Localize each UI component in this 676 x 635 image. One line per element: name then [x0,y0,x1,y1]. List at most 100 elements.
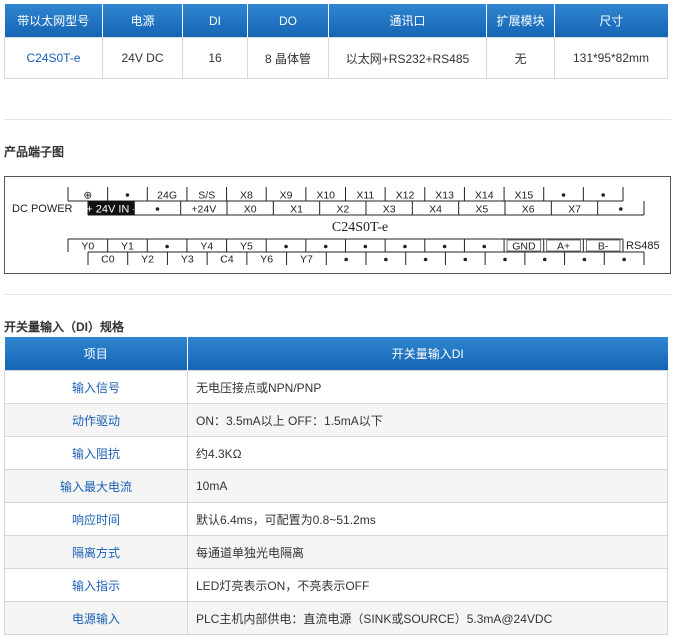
terminal-cell [582,187,605,201]
terminal-cell: A+ [543,239,581,253]
terminal-cell: C4 [206,252,234,266]
terminal-cell: X8 [226,187,253,202]
divider [4,119,671,120]
unused-terminal-dot [323,244,328,249]
spec-header-comm: 通讯口 [328,4,487,38]
di-section-title: 开关量输入（DI）规格 [4,320,125,334]
unused-terminal-dot [423,257,428,262]
unused-terminal-dot [582,257,587,262]
terminal-label: X4 [429,204,442,216]
terminal-cell: Y3 [166,252,194,266]
terminal-cell: X11 [345,187,374,202]
terminal-cell: X13 [424,187,454,202]
terminal-cell: Y6 [246,252,273,266]
terminal-section-title: 产品端子图 [4,145,65,159]
terminal-label: ⊕ [83,190,92,202]
terminal-cell: X4 [411,201,442,216]
terminal-label: Y1 [121,241,134,253]
di-row-name: 隔离方式 [4,535,188,569]
unused-terminal-dot [384,257,388,262]
terminal-label: S/S [198,190,215,202]
terminal-cell [524,252,547,265]
spec-cell-size: 131*95*82mm [554,37,668,79]
terminal-cell: X9 [265,187,293,202]
unused-terminal-dot [619,207,623,211]
spec-header-do: DO [247,4,329,38]
terminal-label: X3 [383,204,396,216]
unused-terminal-dot [542,257,547,262]
unused-terminal-dot [165,244,169,249]
spec-cell-expansion: 无 [486,37,555,79]
unused-terminal-dot [344,257,348,262]
terminal-row-bottom-1: Y0 Y1 Y4 Y5 GND A+ B- [67,238,624,253]
unused-terminal-dot [442,244,447,249]
terminal-cell: X0 [226,201,257,216]
spec-header-power: 电源 [102,4,183,38]
di-row-value: 默认6.4ms，可配置为0.8~51.2ms [187,502,668,536]
terminal-cell: X10 [305,187,335,202]
terminal-row-top-2: + 24V IN - +24V X0 X1 X2 X3 X4 X5 X6 X7 [86,201,645,216]
terminal-label: X14 [475,190,494,202]
terminal-label: X2 [336,204,349,216]
unused-terminal-dot [125,193,130,197]
spec-header-size: 尺寸 [554,4,668,38]
di-row-value: 每通道单独光电隔离 [187,535,668,569]
terminal-cell [463,239,487,252]
di-row-value: 10mA [187,469,668,503]
terminal-label: + 24V IN - [86,204,136,216]
unused-terminal-dot [622,257,626,262]
terminal-cell [384,239,407,252]
terminal-cell: X1 [272,201,303,216]
terminal-cell: + 24V IN - [86,201,136,216]
terminal-cell: X12 [384,187,414,202]
terminal-cell [405,252,428,265]
terminal-cell: +24V [180,201,216,216]
table-row: 电源输入 PLC主机内部供电：直流电源（SINK或SOURCE）5.3mA@24… [4,601,668,635]
terminal-label: X15 [515,190,534,202]
terminal-label: C0 [101,254,115,266]
di-header-value: 开关量输入DI [187,337,668,371]
terminal-label: Y4 [200,241,213,253]
terminal-label: Y5 [240,241,253,253]
spec-cell-comm: 以太网+RS232+RS485 [328,37,487,79]
di-row-value: 无电压接点或NPN/PNP [187,370,668,404]
terminal-cell [146,239,169,252]
terminal-cell [564,252,587,265]
di-row-name: 输入指示 [4,568,188,602]
di-row-value: 约4.3KΩ [187,436,668,470]
di-row-name: 响应时间 [4,502,188,536]
di-row-name: 电源输入 [4,601,188,635]
unused-terminal-dot [403,244,407,249]
terminal-cell: Y7 [286,252,313,266]
terminal-label: X8 [240,190,253,202]
spec-cell-model[interactable]: C24S0T-e [4,37,103,79]
terminal-cell [265,239,288,252]
unused-terminal-dot [363,244,368,249]
terminal-label: Y7 [300,254,313,266]
terminal-row-top-1: ⊕ 24G S/S X8 X9 X10 X11 X12 X13 X14 X15 [67,187,624,202]
terminal-cell [597,201,623,215]
unused-terminal-dot [601,193,605,197]
spec-cell-power: 24V DC [102,37,183,79]
terminal-label: Y3 [181,254,194,266]
unused-terminal-dot [284,244,288,249]
terminal-label: Y0 [81,241,94,253]
table-row: 输入指示 LED灯亮表示ON，不亮表示OFF [4,568,668,602]
spec-header-expansion: 扩展模块 [486,4,555,38]
terminal-cell [424,239,447,252]
terminal-cell: B- [582,239,621,253]
dc-power-label: DC POWER [12,203,73,215]
spec-cell-do: 8 晶体管 [247,37,329,79]
terminal-cell: Y0 [67,239,94,253]
terminal-label: X11 [356,190,374,202]
terminal-cell: X15 [503,187,534,202]
unused-terminal-dot [482,244,487,249]
table-row: 隔离方式 每通道单独光电隔离 [4,535,668,569]
terminal-cell: Y2 [127,252,154,266]
spec-header-row: 带以太网型号 电源 DI DO 通讯口 扩展模块 尺寸 [4,4,668,38]
di-row-name: 输入信号 [4,370,188,404]
terminal-row-bottom-2: C0 Y2 Y3 C4 Y6 Y7 [87,251,645,266]
di-row-name: 输入阻抗 [4,436,188,470]
terminal-cell [107,187,130,201]
table-row: 输入阻抗 约4.3KΩ [4,436,668,470]
